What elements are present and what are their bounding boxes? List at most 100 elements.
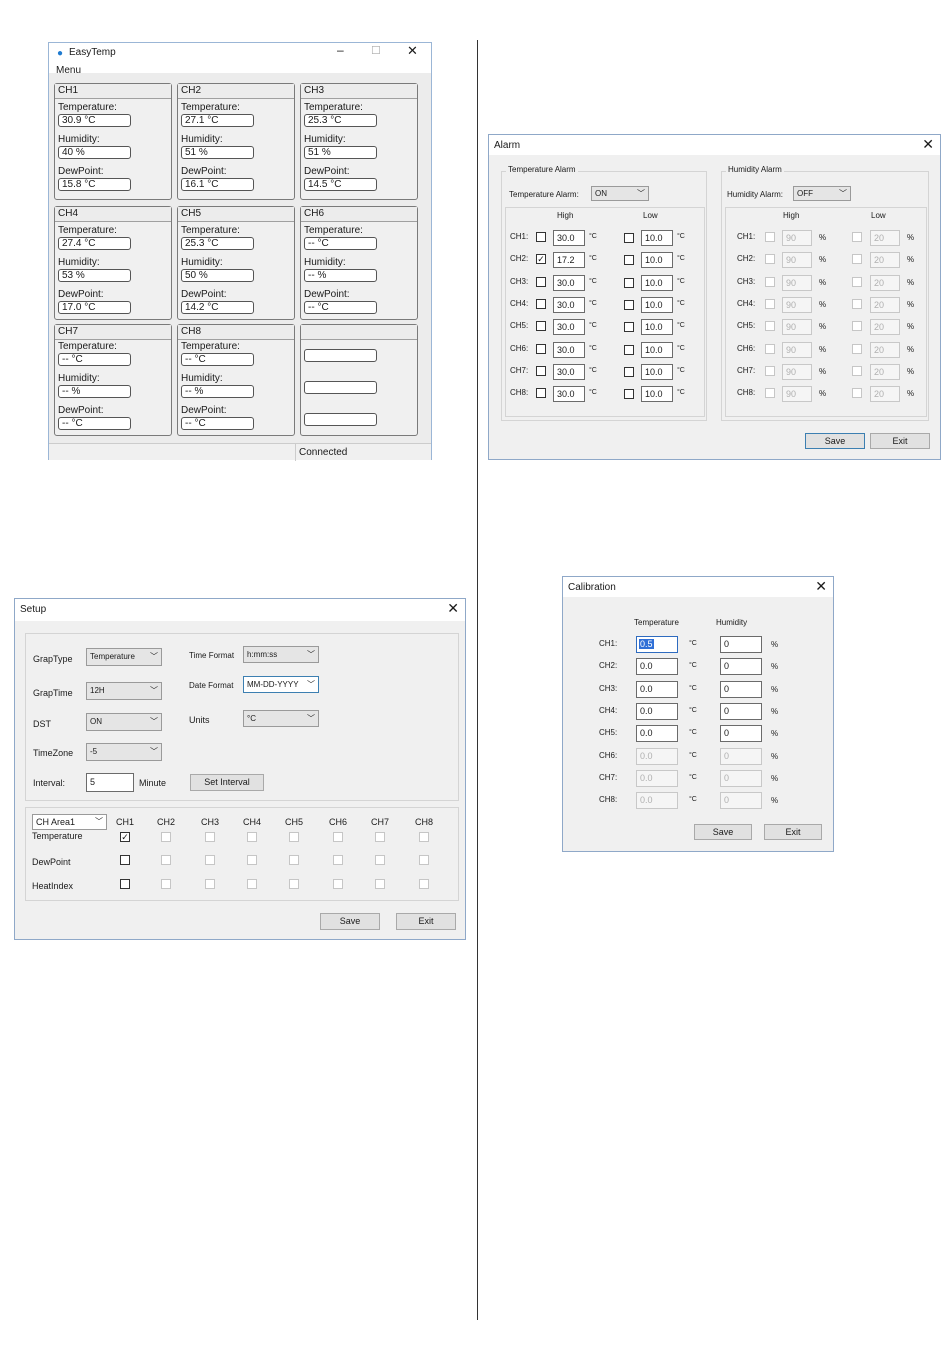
temp-high-checkbox[interactable]	[536, 343, 546, 354]
hum-offset-input[interactable]: 0	[720, 702, 762, 720]
hum-low-input[interactable]: 20	[870, 230, 900, 246]
hum-low-checkbox[interactable]	[852, 276, 862, 287]
hum-offset-input[interactable]: 0	[720, 725, 762, 743]
temp-offset-input[interactable]: 0.0	[636, 792, 678, 810]
temp-low-input[interactable]: 10.0	[641, 319, 673, 336]
hum-low-checkbox[interactable]	[852, 254, 862, 265]
hum-offset-input[interactable]: 0	[720, 747, 762, 765]
close-icon[interactable]: ✕	[407, 43, 418, 59]
ch-area-select[interactable]: CH Area1 ﹀	[32, 814, 107, 830]
hum-low-input[interactable]: 20	[870, 252, 900, 269]
hum-high-checkbox[interactable]	[765, 388, 775, 399]
series-channel-checkbox[interactable]	[247, 832, 257, 842]
hum-high-checkbox[interactable]	[765, 321, 775, 332]
temp-offset-input[interactable]: 0.0	[636, 658, 678, 676]
series-channel-checkbox[interactable]	[247, 855, 257, 865]
series-channel-checkbox[interactable]	[289, 879, 299, 889]
grap-time-select[interactable]: 12H ﹀	[86, 682, 162, 700]
dst-select[interactable]: ON ﹀	[86, 713, 162, 731]
series-channel-checkbox[interactable]	[289, 855, 299, 865]
temp-high-checkbox[interactable]	[536, 298, 546, 309]
series-channel-checkbox[interactable]	[419, 879, 429, 889]
hum-high-input[interactable]: 90	[782, 274, 812, 291]
hum-offset-input[interactable]: 0	[720, 636, 762, 653]
series-channel-checkbox[interactable]	[289, 832, 299, 842]
timezone-select[interactable]: -5 ﹀	[86, 743, 162, 761]
temp-low-checkbox[interactable]	[624, 366, 634, 377]
series-channel-checkbox[interactable]	[161, 855, 171, 865]
hum-low-input[interactable]: 20	[870, 274, 900, 291]
save-button[interactable]: Save	[320, 913, 380, 930]
hum-low-checkbox[interactable]	[852, 388, 862, 399]
series-channel-checkbox[interactable]	[419, 832, 429, 842]
temp-offset-input[interactable]: 0.0	[636, 725, 678, 743]
close-icon[interactable]: ✕	[815, 578, 827, 595]
temp-offset-input[interactable]: 0.5	[636, 636, 678, 653]
temp-offset-input[interactable]: 0.0	[636, 702, 678, 720]
temp-low-checkbox[interactable]	[624, 233, 634, 243]
temp-high-checkbox[interactable]	[536, 365, 546, 376]
maximize-icon[interactable]: ☐	[371, 44, 381, 57]
series-channel-checkbox[interactable]	[333, 879, 343, 889]
hum-low-checkbox[interactable]	[852, 298, 862, 309]
time-format-select[interactable]: h:mm:ss ﹀	[243, 646, 319, 663]
series-channel-checkbox[interactable]	[205, 855, 215, 865]
temp-low-checkbox[interactable]	[624, 344, 634, 355]
close-icon[interactable]: ✕	[447, 600, 459, 617]
grap-type-select[interactable]: Temperature ﹀	[86, 648, 162, 666]
hum-low-checkbox[interactable]	[852, 321, 862, 332]
temp-low-checkbox[interactable]	[624, 322, 634, 333]
hum-high-input[interactable]: 90	[782, 363, 812, 380]
hum-low-input[interactable]: 20	[870, 296, 900, 313]
temperature-alarm-select[interactable]: ON ﹀	[591, 186, 649, 201]
series-channel-checkbox[interactable]	[375, 879, 385, 889]
temp-low-checkbox[interactable]	[624, 255, 634, 266]
hum-high-input[interactable]: 90	[782, 341, 812, 358]
temp-low-input[interactable]: 10.0	[641, 386, 673, 403]
series-channel-checkbox[interactable]	[419, 855, 429, 865]
temp-high-input[interactable]: 17.2	[553, 252, 585, 269]
hum-high-checkbox[interactable]	[765, 254, 775, 265]
temp-high-input[interactable]: 30.0	[553, 230, 585, 246]
temp-high-input[interactable]: 30.0	[553, 341, 585, 358]
exit-button[interactable]: Exit	[870, 433, 930, 449]
temp-low-input[interactable]: 10.0	[641, 296, 673, 313]
minimize-icon[interactable]: –	[337, 43, 344, 57]
temp-high-input[interactable]: 30.0	[553, 319, 585, 336]
exit-button[interactable]: Exit	[764, 824, 822, 840]
temp-low-input[interactable]: 10.0	[641, 252, 673, 269]
save-button[interactable]: Save	[694, 824, 752, 840]
series-channel-checkbox[interactable]	[375, 832, 385, 842]
temp-high-input[interactable]: 30.0	[553, 363, 585, 380]
temp-low-checkbox[interactable]	[624, 299, 634, 310]
hum-high-checkbox[interactable]	[765, 232, 775, 242]
temp-high-checkbox[interactable]: ✓	[536, 254, 546, 265]
set-interval-button[interactable]: Set Interval	[190, 774, 264, 791]
series-channel-checkbox[interactable]	[205, 879, 215, 889]
hum-high-input[interactable]: 90	[782, 252, 812, 269]
date-format-select[interactable]: MM-DD-YYYY ﹀	[243, 676, 319, 693]
hum-high-checkbox[interactable]	[765, 298, 775, 309]
temp-low-input[interactable]: 10.0	[641, 274, 673, 291]
temp-high-input[interactable]: 30.0	[553, 296, 585, 313]
hum-low-input[interactable]: 20	[870, 319, 900, 336]
hum-offset-input[interactable]: 0	[720, 769, 762, 787]
hum-offset-input[interactable]: 0	[720, 658, 762, 676]
series-channel-checkbox[interactable]	[375, 855, 385, 865]
temp-high-input[interactable]: 30.0	[553, 386, 585, 403]
series-channel-checkbox[interactable]	[333, 855, 343, 865]
hum-high-input[interactable]: 90	[782, 386, 812, 403]
series-channel-checkbox[interactable]	[205, 832, 215, 842]
hum-low-checkbox[interactable]	[852, 343, 862, 354]
series-channel-checkbox[interactable]	[120, 879, 130, 889]
temp-high-input[interactable]: 30.0	[553, 274, 585, 291]
hum-low-checkbox[interactable]	[852, 232, 862, 242]
temp-high-checkbox[interactable]	[536, 321, 546, 332]
temp-offset-input[interactable]: 0.0	[636, 747, 678, 765]
temp-high-checkbox[interactable]	[536, 276, 546, 287]
temp-low-checkbox[interactable]	[624, 389, 634, 400]
hum-high-input[interactable]: 90	[782, 319, 812, 336]
units-select[interactable]: °C ﹀	[243, 710, 319, 727]
hum-high-checkbox[interactable]	[765, 365, 775, 376]
hum-low-input[interactable]: 20	[870, 363, 900, 380]
